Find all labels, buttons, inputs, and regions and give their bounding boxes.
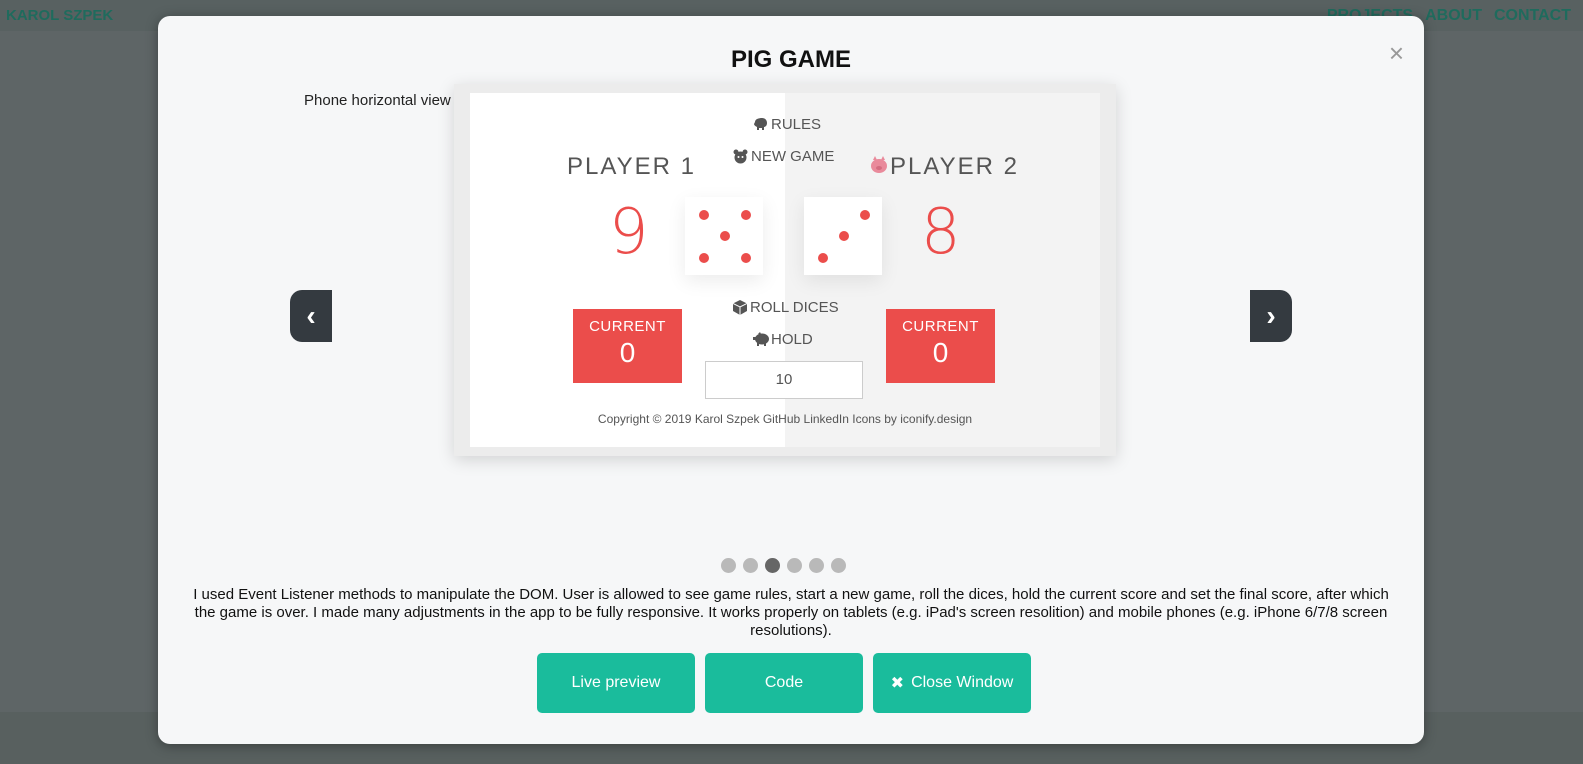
live-preview-label: Live preview: [571, 674, 661, 691]
player2-current-box: CURRENT 0: [886, 309, 995, 383]
piggy-bank-icon: [753, 117, 768, 132]
player2-score: 8: [921, 195, 961, 268]
code-button[interactable]: Code: [705, 653, 863, 713]
carousel-indicator-3[interactable]: [765, 558, 780, 573]
game-footer: Copyright © 2019 Karol Szpek GitHub Link…: [597, 412, 973, 426]
close-window-label: Close Window: [911, 674, 1014, 691]
carousel-next-button[interactable]: ›: [1250, 290, 1292, 342]
code-label: Code: [764, 674, 804, 691]
live-preview-button[interactable]: Live preview: [537, 653, 695, 713]
player2-current-label: CURRENT: [902, 318, 979, 335]
nav-link-about[interactable]: ABOUT: [1425, 7, 1482, 25]
carousel-indicators: [721, 558, 846, 573]
game-rules-link: RULES: [753, 116, 821, 133]
game-roll-dices-label: ROLL DICES: [750, 299, 839, 316]
dice-dot: [741, 253, 751, 263]
pig-icon: [869, 156, 889, 179]
modal-actions: Live preview Code ✖ Close Window: [537, 653, 1031, 713]
dice-1: [685, 197, 763, 275]
game-rules-label: RULES: [771, 116, 822, 133]
game-hold-label: HOLD: [771, 331, 813, 348]
close-window-button[interactable]: ✖ Close Window: [873, 653, 1031, 713]
close-icon[interactable]: ×: [1389, 40, 1404, 66]
slide-image: RULES NEW GAME PLAYER 1 PLAYER 2 9 8 ROL…: [470, 93, 1100, 447]
player1-current-label: CURRENT: [589, 318, 666, 335]
close-icon: ✖: [890, 675, 905, 692]
dice-dot: [699, 210, 709, 220]
carousel-indicator-5[interactable]: [809, 558, 824, 573]
game-roll-dices-link: ROLL DICES: [732, 299, 839, 316]
project-modal: PIG GAME × Phone horizontal view ‹ › RUL…: [158, 16, 1424, 744]
dice-dot: [860, 210, 870, 220]
site-brand[interactable]: KAROL SZPEK: [6, 7, 113, 24]
game-new-game-label: NEW GAME: [751, 148, 835, 165]
player1-score: 9: [609, 195, 649, 268]
dice-dot: [720, 231, 730, 241]
carousel-prev-button[interactable]: ‹: [290, 290, 332, 342]
dice-dot: [839, 231, 849, 241]
carousel-indicator-1[interactable]: [721, 558, 736, 573]
final-score-value: 10: [775, 371, 793, 388]
dice-dot: [818, 253, 828, 263]
dice-2: [804, 197, 882, 275]
piggy-icon: [753, 332, 769, 347]
game-hold-link: HOLD: [753, 331, 813, 348]
dice-icon: [732, 300, 747, 315]
player1-name: PLAYER 1: [567, 153, 696, 180]
carousel-indicator-2[interactable]: [743, 558, 758, 573]
player1-current-value: 0: [619, 337, 636, 368]
carousel-indicator-6[interactable]: [831, 558, 846, 573]
modal-title: PIG GAME: [730, 46, 851, 73]
slide-image-frame: RULES NEW GAME PLAYER 1 PLAYER 2 9 8 ROL…: [454, 84, 1116, 456]
player2-name: PLAYER 2: [890, 153, 1019, 180]
game-new-game-link: NEW GAME: [733, 148, 834, 165]
carousel-indicator-4[interactable]: [787, 558, 802, 573]
player2-current-value: 0: [932, 337, 949, 368]
project-description: I used Event Listener methods to manipul…: [193, 586, 1389, 639]
final-score-input: 10: [705, 361, 863, 399]
dice-dot: [741, 210, 751, 220]
player1-current-box: CURRENT 0: [573, 309, 682, 383]
bear-icon: [733, 149, 748, 164]
slide-caption: Phone horizontal view: [304, 92, 451, 109]
nav-link-contact[interactable]: CONTACT: [1494, 7, 1571, 25]
dice-dot: [699, 253, 709, 263]
